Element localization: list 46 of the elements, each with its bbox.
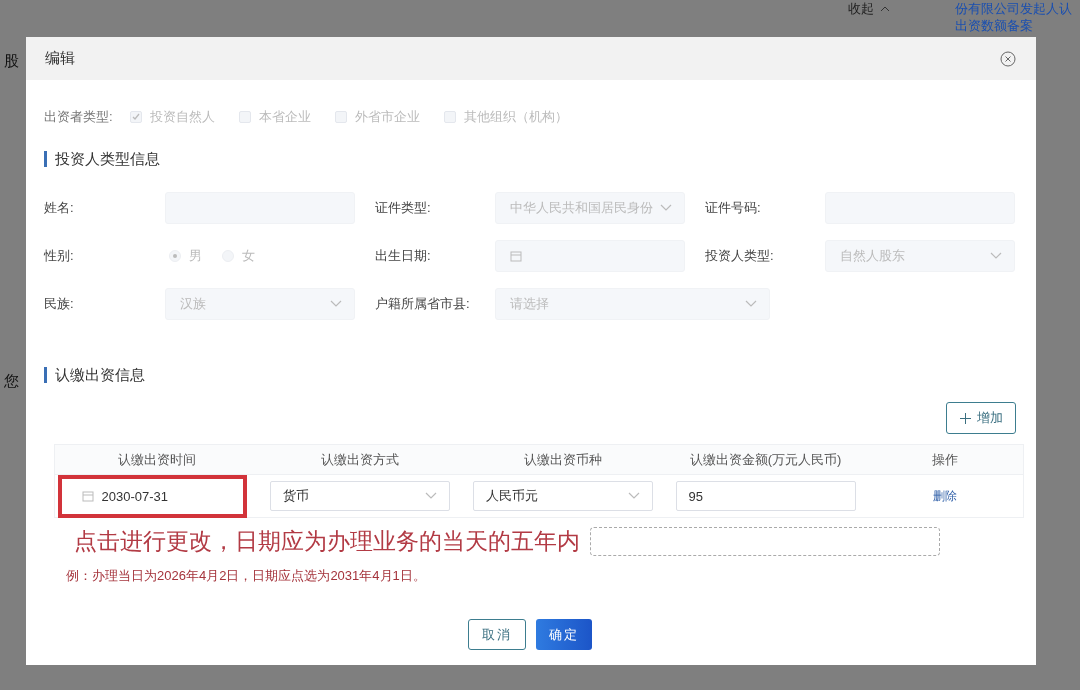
column-header: 操作 xyxy=(867,445,1023,475)
select-field[interactable]: 人民币元 xyxy=(472,481,653,511)
section-title: 投资人类型信息 xyxy=(55,149,160,169)
radio-label: 女 xyxy=(242,247,255,265)
cancel-button[interactable]: 取消 xyxy=(468,619,526,650)
background-text: 您 xyxy=(4,372,19,391)
field-label: 投资人类型: xyxy=(705,247,775,265)
checkbox-label: 外省市企业 xyxy=(354,108,420,126)
column-header: 认缴出资币种 xyxy=(461,445,664,475)
field-label: 姓名: xyxy=(44,199,75,217)
select-field[interactable]: 货币 xyxy=(269,481,450,511)
chevron-down-icon xyxy=(627,492,640,500)
add-button[interactable]: 增加 xyxy=(946,402,1016,434)
column-header: 认缴出资方式 xyxy=(258,445,461,475)
checkbox-label: 其他组织（机构） xyxy=(463,108,568,126)
field-label: 证件类型: xyxy=(375,199,432,217)
close-icon[interactable] xyxy=(1000,50,1016,67)
column-header: 认缴出资金额(万元人民币) xyxy=(664,445,867,475)
checkbox-label: 投资自然人 xyxy=(149,108,215,126)
field-label: 性别: xyxy=(44,247,75,265)
field-label: 出生日期: xyxy=(375,247,432,265)
collapse-link[interactable]: 收起 xyxy=(848,0,874,18)
dialog-title: 编辑 xyxy=(45,49,75,68)
radio-label: 男 xyxy=(189,247,202,265)
chevron-down-icon xyxy=(745,300,757,308)
background-text: 股 xyxy=(4,52,19,71)
checkbox-label: 本省企业 xyxy=(258,108,311,126)
chevron-down-icon xyxy=(990,252,1002,260)
chevron-down-icon xyxy=(660,204,672,212)
calendar-icon xyxy=(81,490,94,502)
annotation-text: 点击进行更改，日期应为办理业务的当天的五年内 xyxy=(74,527,580,556)
calendar-icon xyxy=(510,250,522,262)
column-header: 认缴出资时间 xyxy=(55,445,258,475)
confirm-button[interactable]: 确定 xyxy=(536,619,592,650)
amount-field[interactable]: 95 xyxy=(675,481,856,511)
chevron-up-icon xyxy=(880,6,890,12)
field-label: 户籍所属省市县: xyxy=(375,295,471,313)
delete-link[interactable]: 删除 xyxy=(933,487,957,505)
field-label: 民族: xyxy=(44,295,75,313)
chevron-down-icon xyxy=(424,492,437,500)
section-title: 认缴出资信息 xyxy=(55,365,145,385)
chevron-down-icon xyxy=(330,300,342,308)
example-note: 例：办理当日为2026年4月2日，日期应点选为2031年4月1日。 xyxy=(66,567,427,585)
field-label: 证件号码: xyxy=(705,199,762,217)
plus-icon xyxy=(959,412,971,424)
field-label: 出资者类型: xyxy=(44,108,113,126)
